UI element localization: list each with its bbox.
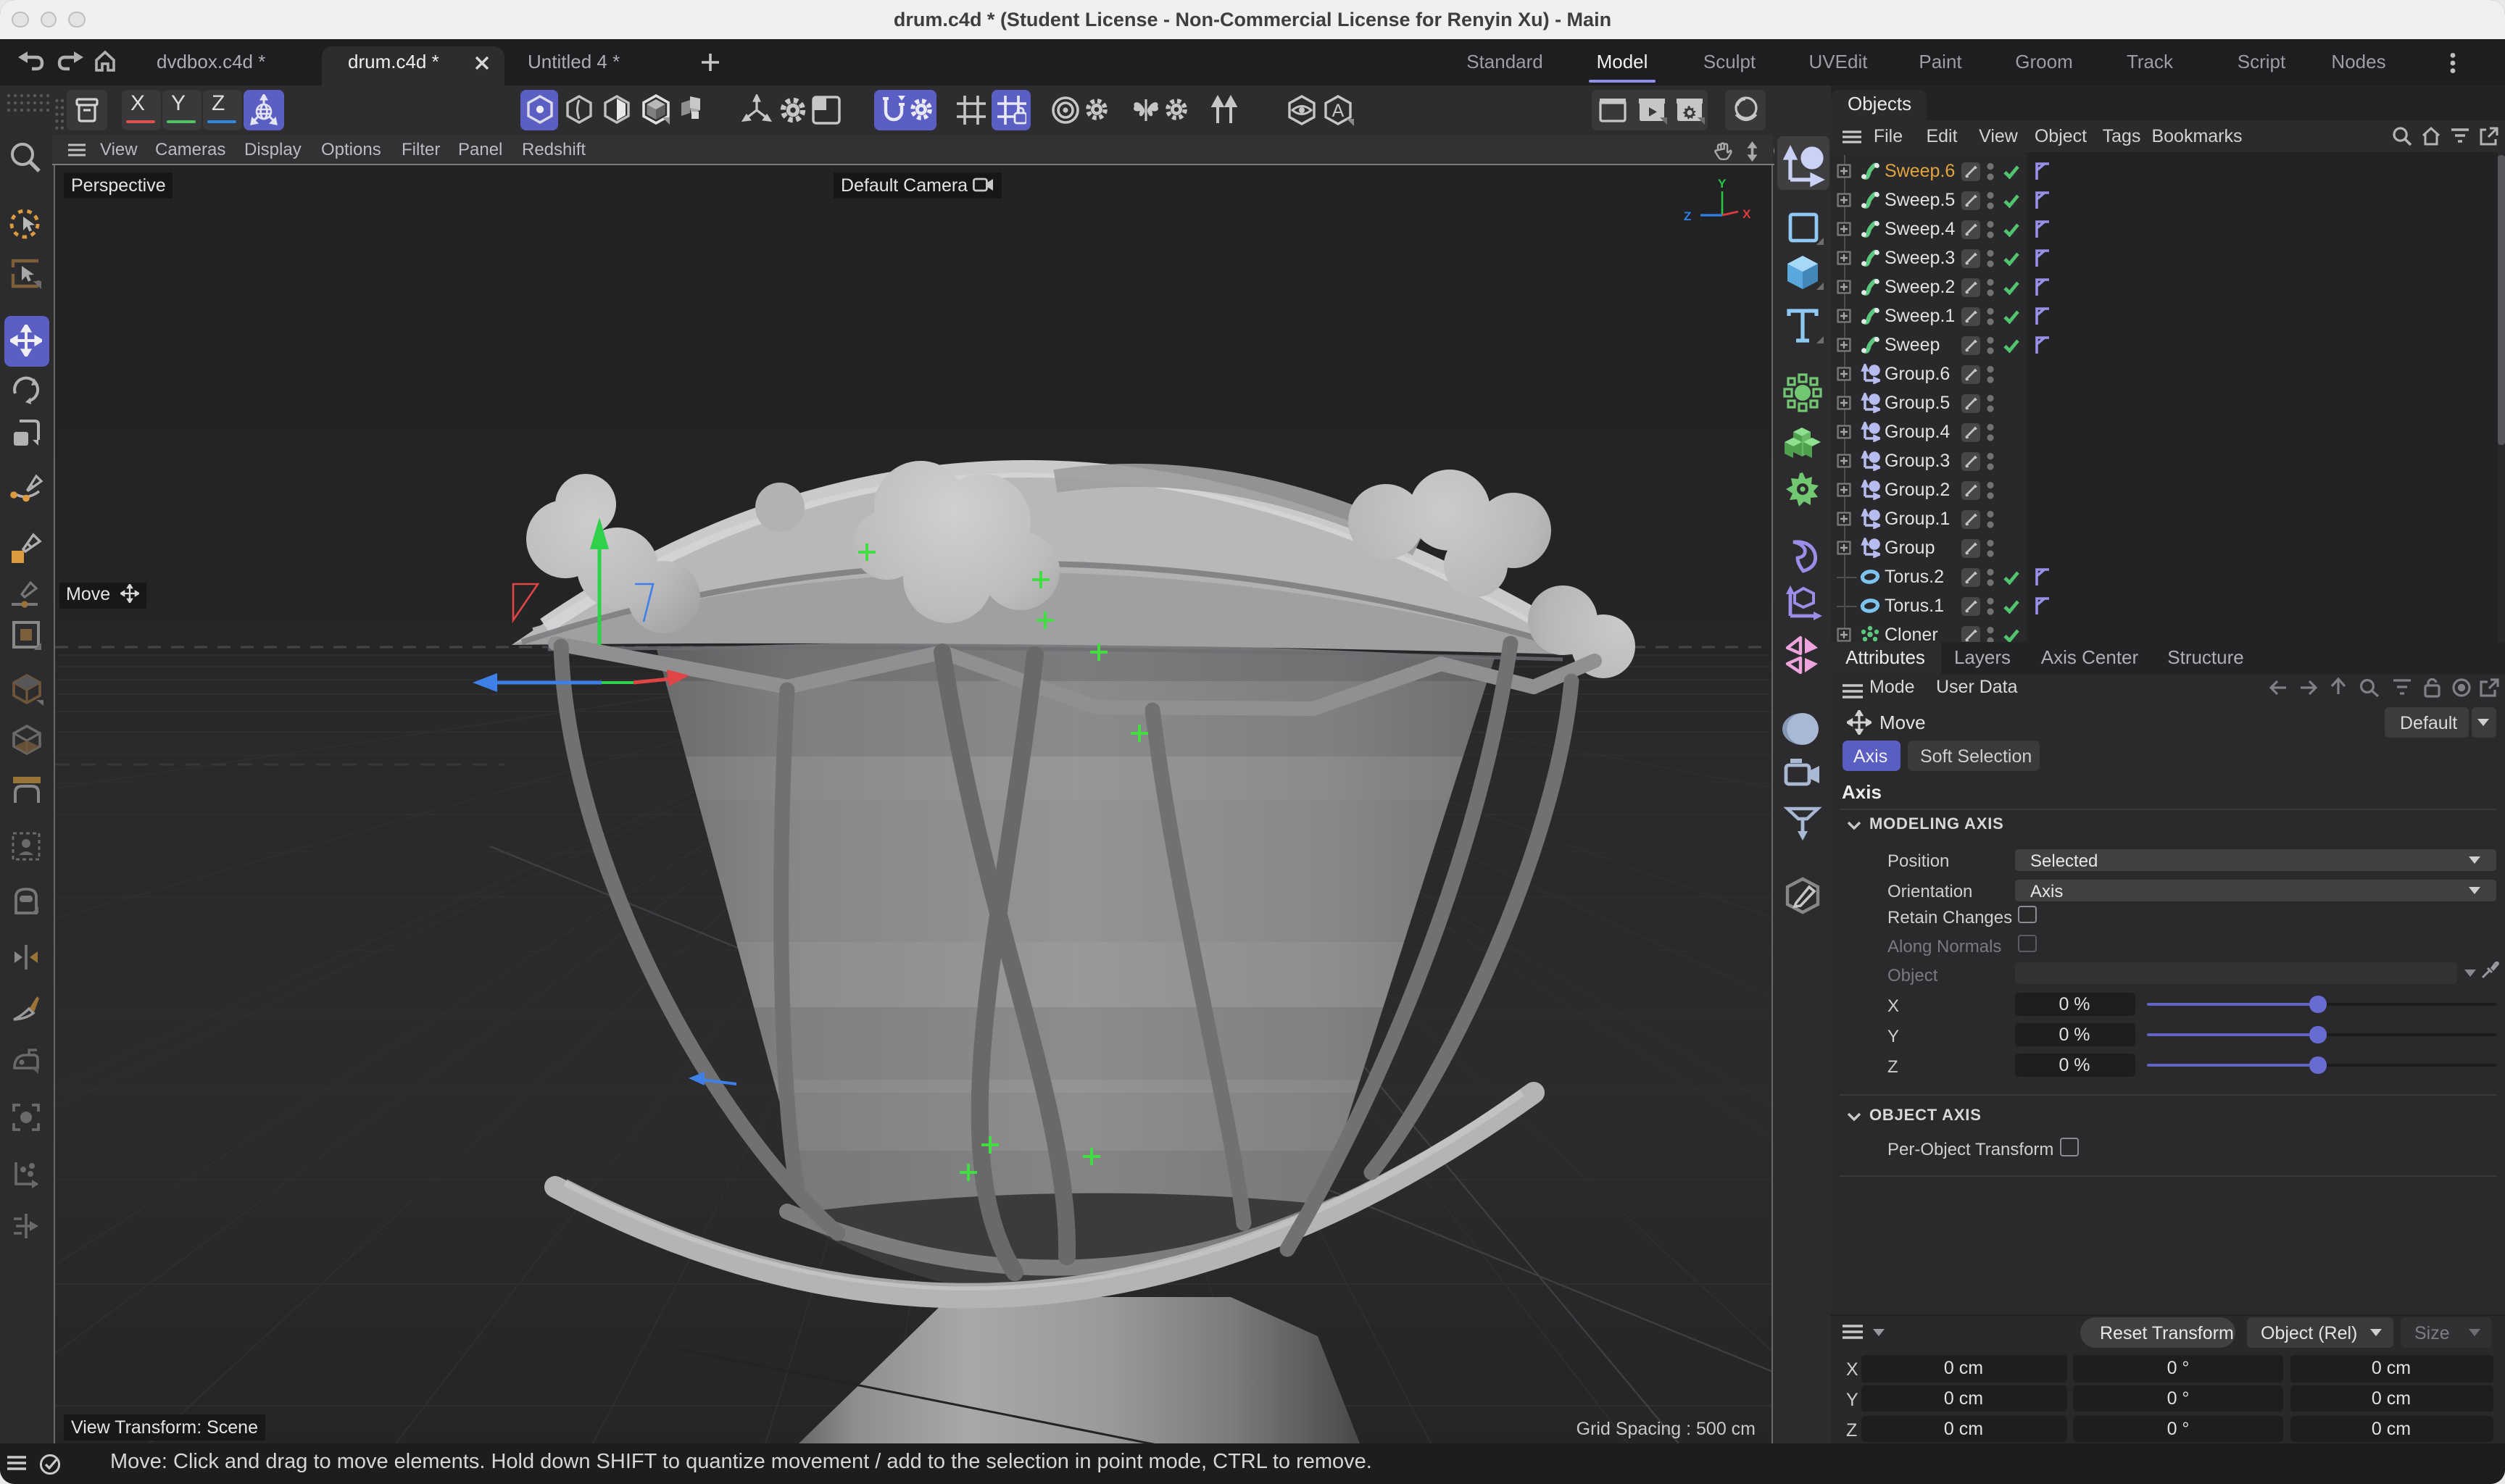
svg-text:X: X: [1742, 207, 1751, 221]
svg-text:A: A: [1332, 100, 1345, 120]
svg-text:Y: Y: [1718, 177, 1727, 191]
svg-text:Z: Z: [1684, 209, 1691, 223]
